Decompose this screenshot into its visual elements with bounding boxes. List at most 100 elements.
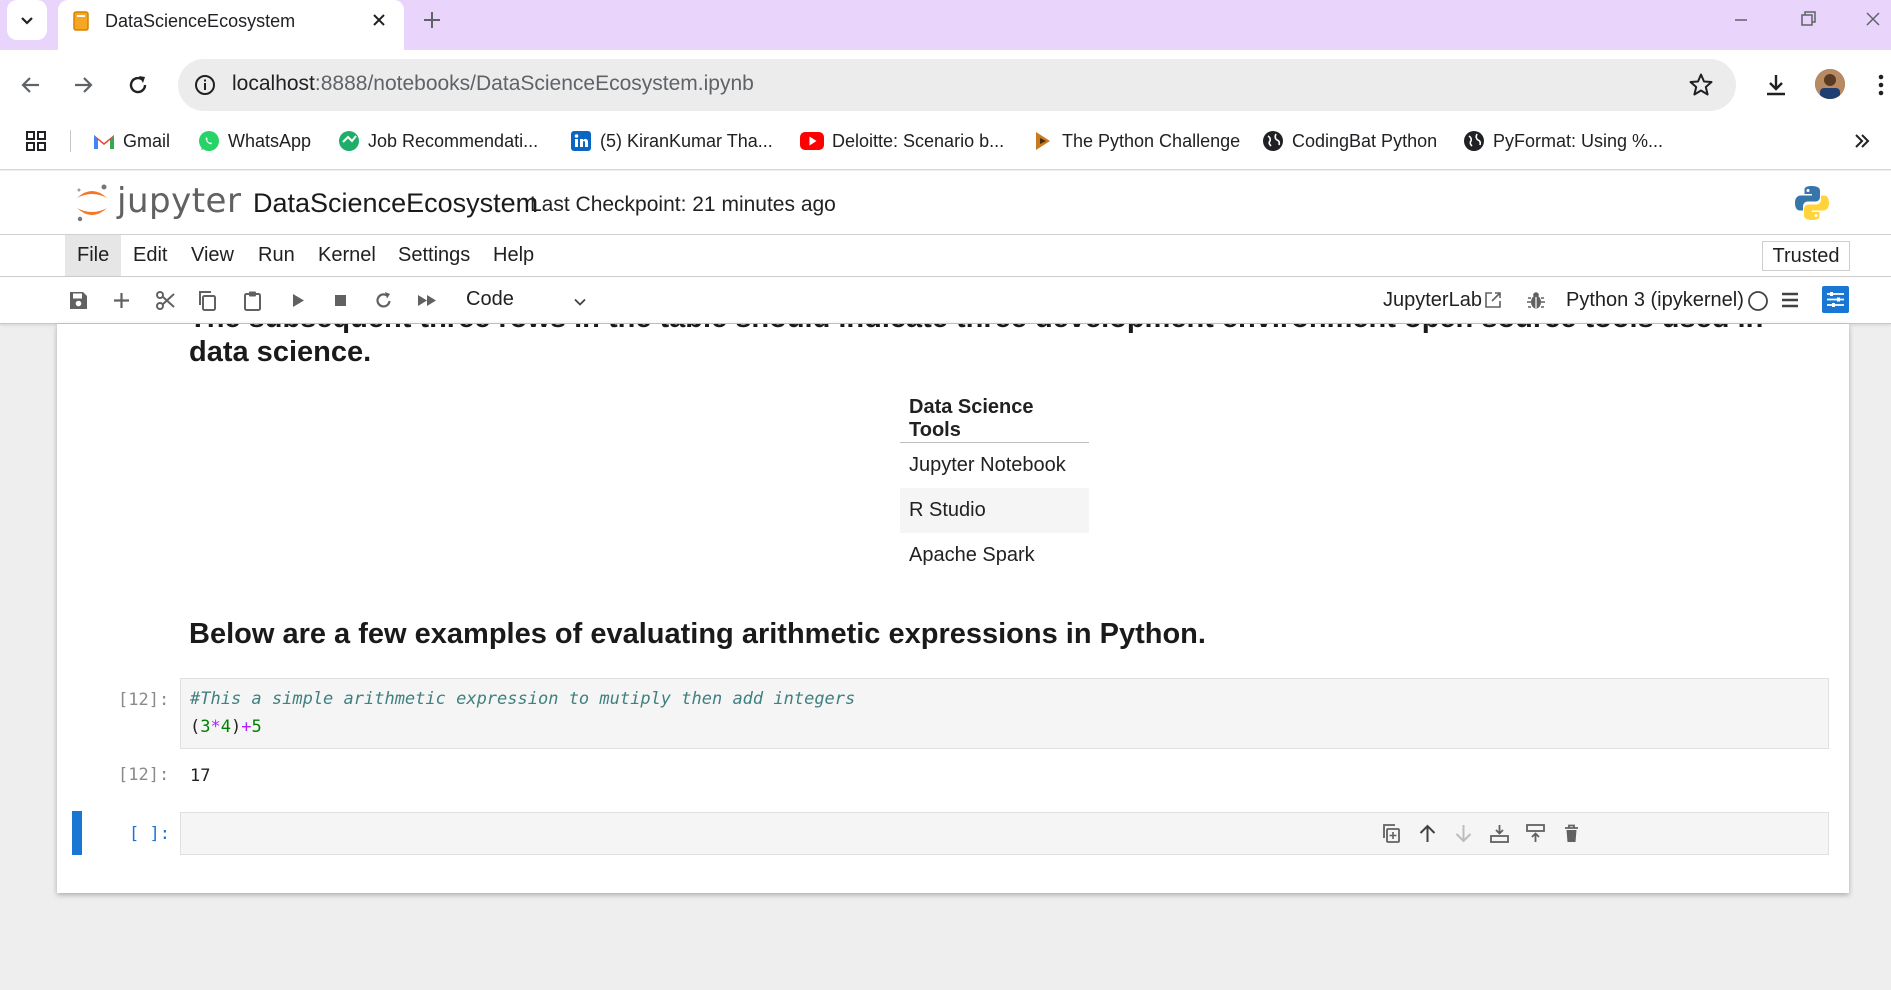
bookmark-label: Gmail [123,130,171,151]
output-prompt: [12]: [118,765,170,785]
bookmark-codingbat[interactable]: CodingBat Python [1262,128,1437,154]
save-icon[interactable] [68,290,89,311]
cell-type-select[interactable]: Code [466,288,514,311]
table-cell: Apache Spark [909,543,1035,566]
active-cell-indicator [72,811,82,855]
jupyter-logo-icon[interactable] [74,181,110,225]
insert-above-icon[interactable] [1489,823,1510,844]
fast-forward-icon[interactable] [416,290,438,311]
paste-icon[interactable] [242,290,263,311]
restart-icon[interactable] [373,290,394,311]
address-bar[interactable]: localhost:8888/notebooks/DataScienceEcos… [178,59,1736,111]
copy-icon[interactable] [197,290,218,311]
menu-view[interactable]: View [179,235,246,276]
table-row: Apache Spark [900,533,1089,578]
bookmark-deloitte[interactable]: Deloitte: Scenario b... [800,128,1004,154]
chevron-double-right-icon[interactable] [1852,131,1872,151]
apps-grid-icon[interactable] [25,130,47,152]
tab-title: DataScienceEcosystem [105,11,296,31]
run-icon[interactable] [287,290,308,311]
bookmark-job-recommendation[interactable]: Job Recommendati... [338,128,538,154]
code-number: 3 [200,717,211,737]
url-text[interactable]: localhost:8888/notebooks/DataScienceEcos… [232,72,754,96]
bookmark-pyformat[interactable]: PyFormat: Using %... [1463,128,1663,154]
window-close-icon[interactable] [1863,9,1883,29]
menu-run[interactable]: Run [246,235,307,276]
bookmark-python-challenge[interactable]: The Python Challenge [1032,128,1240,154]
notebook-title[interactable]: DataScienceEcosystem [253,188,538,219]
property-inspector-button[interactable] [1822,286,1849,313]
markdown-text: data science. [189,336,372,368]
code-number: 4 [220,717,231,737]
menu-help[interactable]: Help [481,235,546,276]
new-tab-icon[interactable] [421,9,443,31]
bookmark-label: The Python Challenge [1062,130,1241,151]
kernel-name[interactable]: Python 3 (ipykernel) [1566,289,1744,312]
code-paren-close: ) [231,717,242,737]
menu-settings[interactable]: Settings [386,235,482,276]
code-cell-editor[interactable]: #This a simple arithmetic expression to … [180,678,1829,749]
code-operator: * [210,717,221,737]
jupyter-wordmark[interactable]: jupyter [117,181,241,221]
debugger-bug-icon[interactable] [1526,290,1546,311]
bookmark-label: (5) KiranKumar Tha... [600,130,773,151]
bookmark-gmail[interactable]: Gmail [93,128,170,154]
list-icon[interactable] [1780,290,1800,310]
profile-avatar[interactable] [1815,69,1845,99]
code-expression: (3*4)+5 [190,717,262,737]
sliders-icon [1827,292,1844,307]
notebook-favicon-icon [73,11,89,31]
browser-tab-active[interactable]: DataScienceEcosystem [58,0,404,50]
move-down-icon[interactable] [1453,823,1474,844]
bookmark-label: Deloitte: Scenario b... [832,130,1005,151]
markdown-text-clipped: The subsequent three rows in the table s… [189,324,1763,335]
gmail-icon [94,135,114,149]
notebook-toolbar: Code JupyterLab Python 3 (ipykernel) [0,277,1891,324]
chevron-down-icon [21,17,33,25]
site-info-icon[interactable] [193,73,217,97]
code-operator: + [241,717,252,737]
menu-file[interactable]: File [65,235,122,276]
browser-tab-strip: DataScienceEcosystem [0,0,1891,50]
stop-icon[interactable] [330,290,351,311]
more-options-icon[interactable] [1877,73,1885,97]
linkedin-icon [571,131,591,151]
bookmark-label: CodingBat Python [1292,130,1438,151]
insert-below-icon[interactable] [1525,823,1546,844]
globe-icon [1263,131,1283,151]
external-link-icon[interactable] [1483,290,1503,310]
duplicate-cell-icon[interactable] [1381,823,1402,844]
python-logo-icon [1795,186,1829,220]
close-icon[interactable] [369,10,389,30]
notebook-panel: The subsequent three rows in the table s… [57,324,1849,893]
empty-code-cell[interactable] [180,812,1829,855]
menu-kernel[interactable]: Kernel [306,235,388,276]
url-path: :8888/notebooks/DataScienceEcosystem.ipy… [314,72,754,95]
empty-cell-prompt: [ ]: [129,824,170,844]
add-cell-icon[interactable] [111,290,132,311]
forward-icon[interactable] [71,73,95,97]
bookmark-star-icon[interactable] [1688,72,1714,98]
minimize-icon[interactable] [1731,9,1751,29]
jupyter-header: jupyter DataScienceEcosystem Last Checkp… [0,171,1891,235]
move-up-icon[interactable] [1417,823,1438,844]
tab-search-button[interactable] [7,0,47,40]
restore-icon[interactable] [1798,9,1818,29]
bookmark-whatsapp[interactable]: WhatsApp [198,128,311,154]
chevron-down-icon[interactable] [572,294,588,310]
input-prompt: [12]: [118,690,170,710]
browser-toolbar: localhost:8888/notebooks/DataScienceEcos… [0,50,1891,120]
bookmark-linkedin[interactable]: (5) KiranKumar Tha... [570,128,773,154]
cut-icon[interactable] [155,290,176,311]
download-icon[interactable] [1763,72,1789,98]
avatar-icon [1815,69,1845,99]
whatsapp-icon [199,131,219,151]
open-jupyterlab-link[interactable]: JupyterLab [1383,289,1482,312]
reload-icon[interactable] [126,73,150,97]
url-host: localhost [232,72,315,95]
trusted-indicator[interactable]: Trusted [1762,241,1850,271]
youtube-icon [800,132,824,150]
menu-edit[interactable]: Edit [121,235,179,276]
delete-cell-icon[interactable] [1561,823,1582,844]
back-icon[interactable] [19,73,43,97]
